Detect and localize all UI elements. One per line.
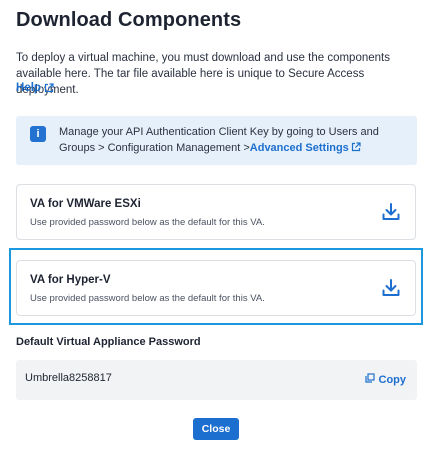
advanced-settings-link[interactable]: Advanced Settings — [250, 142, 361, 154]
password-field: Umbrella8258817 Copy — [16, 360, 417, 400]
component-title: VA for VMWare ESXi — [30, 198, 141, 210]
download-icon[interactable] — [380, 201, 402, 223]
password-label: Default Virtual Appliance Password — [16, 336, 201, 348]
close-button[interactable]: Close — [193, 418, 239, 440]
intro-text: To deploy a virtual machine, you must do… — [16, 52, 390, 96]
advanced-settings-label: Advanced Settings — [249, 142, 349, 154]
component-subtitle: Use provided password below as the defau… — [30, 217, 265, 228]
help-link-label: Help — [16, 82, 41, 94]
help-link[interactable]: Help — [16, 82, 54, 94]
external-link-icon — [351, 141, 361, 157]
external-link-icon — [44, 83, 54, 93]
dialog-title: Download Components — [16, 9, 242, 31]
password-value: Umbrella8258817 — [25, 372, 112, 384]
copy-label: Copy — [378, 373, 407, 386]
info-banner-text: Manage your API Authentication Client Ke… — [59, 124, 399, 157]
copy-icon — [364, 373, 375, 386]
selection-highlight — [9, 248, 423, 325]
info-banner: i Manage your API Authentication Client … — [16, 116, 417, 165]
copy-button[interactable]: Copy — [364, 373, 407, 386]
info-icon: i — [30, 126, 46, 142]
component-card-vmware: VA for VMWare ESXi Use provided password… — [16, 184, 416, 240]
